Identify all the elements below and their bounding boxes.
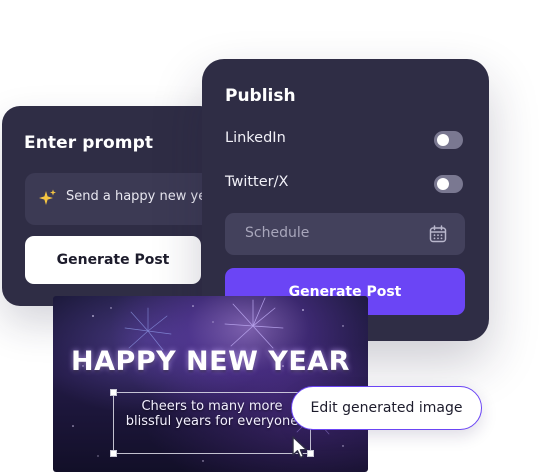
schedule-field[interactable]: Schedule (225, 213, 465, 255)
prompt-input-text: Send a happy new year (66, 189, 218, 204)
publish-title: Publish (225, 86, 296, 106)
twitter-toggle[interactable] (434, 175, 463, 193)
stage: Enter prompt Send a happy new year Gener… (0, 0, 541, 473)
resize-handle-bottom-left[interactable] (110, 450, 117, 457)
toggle-knob (437, 178, 449, 190)
schedule-placeholder: Schedule (245, 225, 310, 241)
calendar-icon[interactable] (429, 225, 447, 243)
edit-image-tooltip[interactable]: Edit generated image (291, 386, 482, 430)
image-caption[interactable]: Cheers to many more blissful years for e… (119, 399, 305, 429)
generate-post-button[interactable]: Generate Post (25, 236, 201, 284)
cursor-arrow-icon (292, 436, 308, 459)
generated-image[interactable]: HAPPY NEW YEAR Cheers to many more bliss… (53, 296, 368, 472)
prompt-card: Enter prompt Send a happy new year Gener… (2, 106, 218, 306)
image-headline: HAPPY NEW YEAR (71, 346, 350, 377)
sparkle-icon (39, 189, 56, 205)
linkedin-label: LinkedIn (225, 130, 286, 146)
linkedin-toggle[interactable] (434, 131, 463, 149)
prompt-input[interactable]: Send a happy new year (25, 173, 218, 225)
prompt-title: Enter prompt (24, 133, 154, 153)
toggle-knob (437, 134, 449, 146)
resize-handle-top-left[interactable] (110, 389, 117, 396)
twitter-label: Twitter/X (225, 174, 289, 190)
